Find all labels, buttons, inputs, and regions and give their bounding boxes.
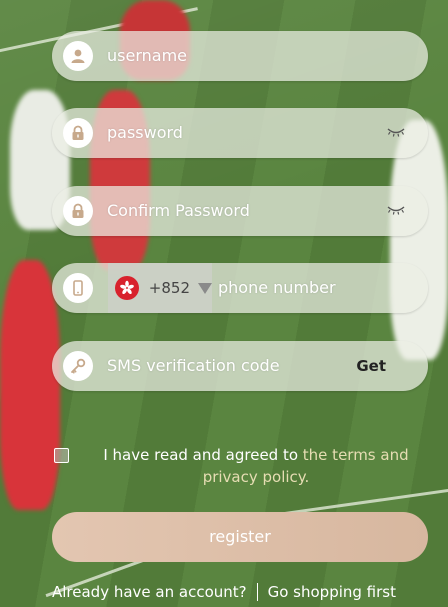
lock-icon	[63, 118, 93, 148]
confirm-password-input[interactable]: Confirm Password	[107, 186, 250, 236]
hong-kong-flag-icon	[115, 276, 139, 300]
country-code-selector[interactable]: +852	[108, 263, 212, 313]
confirm-password-field[interactable]: Confirm Password	[52, 186, 428, 236]
get-code-button[interactable]: Get	[356, 341, 386, 391]
register-button[interactable]: register	[52, 512, 428, 562]
username-field[interactable]: username	[52, 31, 428, 81]
eye-closed-icon[interactable]	[386, 204, 406, 216]
lock-icon	[63, 196, 93, 226]
phone-input[interactable]: phone number	[218, 263, 336, 313]
footer-links: Already have an account? Go shopping fir…	[0, 580, 448, 604]
login-link[interactable]: Already have an account?	[52, 583, 247, 601]
country-code: +852	[148, 279, 190, 297]
agreement-text: I have read and agreed to the terms and …	[96, 444, 416, 488]
username-input[interactable]: username	[107, 31, 187, 81]
password-field[interactable]: password	[52, 108, 428, 158]
divider	[256, 583, 258, 601]
phone-field[interactable]: +852 phone number	[52, 263, 428, 313]
phone-icon	[63, 273, 93, 303]
eye-closed-icon[interactable]	[386, 126, 406, 138]
agreement-prefix: I have read and agreed to	[103, 446, 299, 464]
chevron-down-icon	[198, 282, 212, 294]
agree-checkbox[interactable]	[54, 448, 69, 463]
key-icon	[63, 351, 93, 381]
shop-link[interactable]: Go shopping first	[268, 583, 396, 601]
sms-code-input[interactable]: SMS verification code	[107, 341, 280, 391]
user-icon	[63, 41, 93, 71]
password-input[interactable]: password	[107, 108, 183, 158]
sms-code-field[interactable]: SMS verification code Get	[52, 341, 428, 391]
